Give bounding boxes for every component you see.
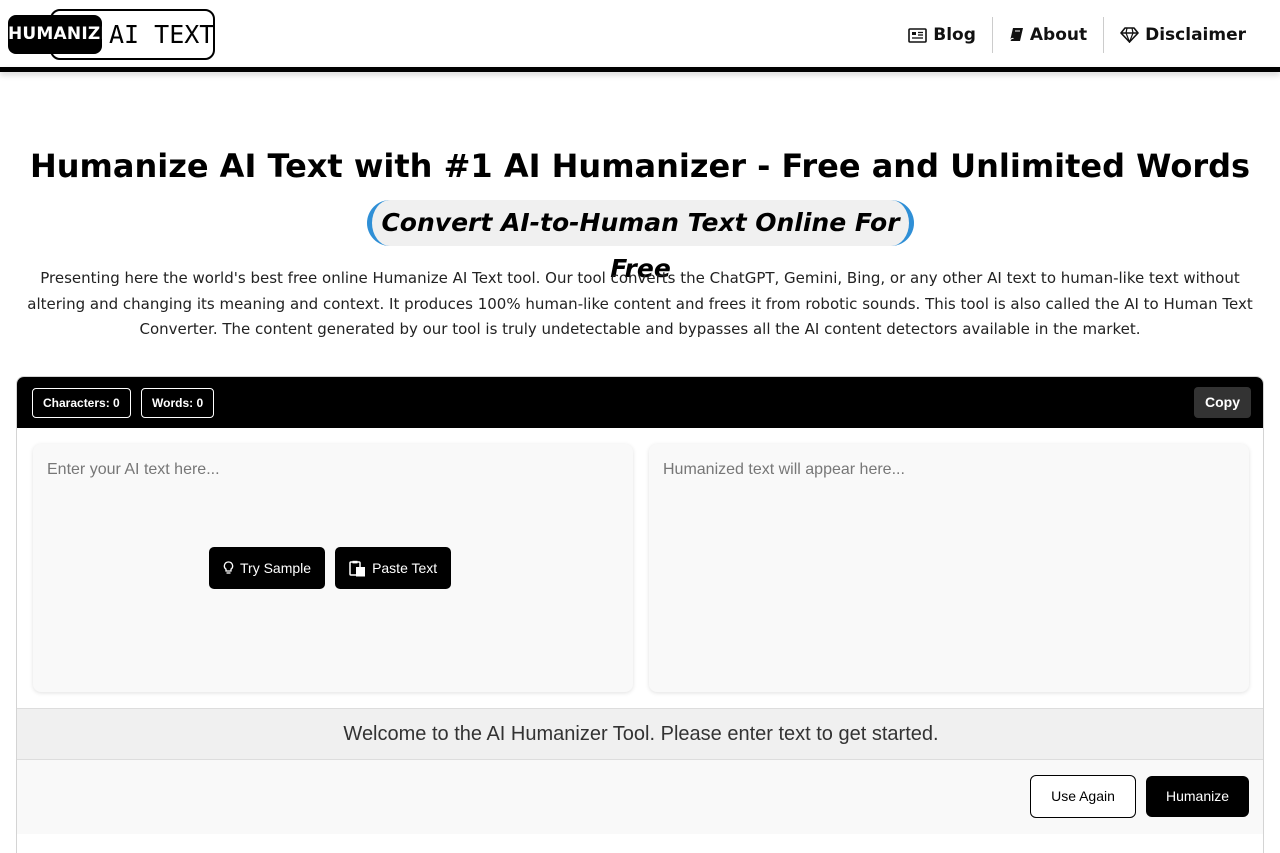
input-helper-buttons: Try Sample Paste Text — [209, 547, 452, 589]
nav-label-about: About — [1029, 25, 1088, 45]
page-title: Humanize AI Text with #1 AI Humanizer - … — [29, 147, 1251, 185]
site-header: HUMANIZE AI TEXT Blog About Disclaimer — [0, 0, 1280, 67]
paste-icon — [349, 560, 366, 576]
humanizer-tool: Characters: 0 Words: 0 Copy Try Sample P… — [16, 376, 1264, 853]
page-description: Presenting here the world's best free on… — [27, 269, 1253, 338]
logo-text: AI TEXT — [109, 20, 215, 49]
diamond-icon — [1120, 27, 1139, 43]
header-divider-bar — [0, 67, 1280, 72]
character-count-badge: Characters: 0 — [32, 388, 131, 418]
tool-actions: Use Again Humanize — [17, 760, 1263, 834]
humanized-text-output[interactable] — [649, 444, 1249, 692]
nav-label-blog: Blog — [933, 25, 976, 45]
subtitle-pill: Convert AI-to-Human Text Online For Free — [367, 200, 914, 283]
humanize-button[interactable]: Humanize — [1146, 776, 1249, 817]
copy-button[interactable]: Copy — [1194, 387, 1251, 418]
nav-item-disclaimer[interactable]: Disclaimer — [1104, 17, 1262, 53]
use-again-button[interactable]: Use Again — [1030, 775, 1136, 818]
logo-badge: HUMANIZE — [8, 15, 112, 54]
nav-item-blog[interactable]: Blog — [892, 17, 992, 53]
newspaper-icon — [908, 27, 928, 43]
nav-item-about[interactable]: About — [993, 17, 1103, 53]
nav-label-disclaimer: Disclaimer — [1145, 25, 1246, 45]
site-logo[interactable]: HUMANIZE AI TEXT — [8, 9, 215, 60]
output-pane — [649, 444, 1249, 692]
paste-text-label: Paste Text — [372, 560, 438, 576]
status-message: Welcome to the AI Humanizer Tool. Please… — [17, 708, 1263, 760]
main-nav: Blog About Disclaimer — [892, 17, 1262, 53]
tool-toolbar: Characters: 0 Words: 0 Copy — [17, 377, 1263, 428]
book-icon — [1009, 28, 1023, 42]
paste-text-button[interactable]: Paste Text — [335, 547, 452, 589]
try-sample-label: Try Sample — [240, 560, 312, 576]
word-count-badge: Words: 0 — [141, 388, 215, 418]
lightbulb-icon — [223, 561, 234, 574]
try-sample-button[interactable]: Try Sample — [209, 547, 326, 589]
input-pane: Try Sample Paste Text — [33, 444, 633, 692]
